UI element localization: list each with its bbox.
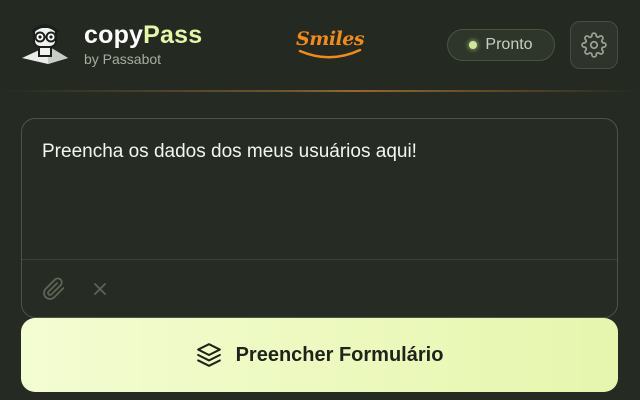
brand-subtitle: by Passabot xyxy=(84,51,162,67)
status-label: Pronto xyxy=(485,36,533,53)
partner-logo: Smiles xyxy=(296,28,365,50)
card-divider xyxy=(22,259,617,260)
input-card: Preencha os dados dos meus usuários aqui… xyxy=(21,118,618,318)
partner-logo-swoosh xyxy=(298,48,362,59)
fill-form-button[interactable]: Preencher Formulário xyxy=(21,318,618,392)
paperclip-icon[interactable] xyxy=(42,277,66,301)
status-badge: Pronto xyxy=(447,29,555,61)
brand: copyPass by Passabot xyxy=(84,20,202,67)
gear-icon xyxy=(581,32,607,58)
brand-name: copyPass xyxy=(84,21,203,49)
app-header: copyPass by Passabot Smiles Pronto xyxy=(0,0,640,90)
settings-button[interactable] xyxy=(570,21,618,69)
pilot-bot-icon xyxy=(22,24,68,64)
close-icon[interactable] xyxy=(92,281,108,297)
status-indicator-dot xyxy=(469,41,478,49)
fill-form-button-label: Preencher Formulário xyxy=(235,343,444,366)
header-divider xyxy=(0,90,640,92)
message-input[interactable]: Preencha os dados dos meus usuários aqui… xyxy=(42,141,417,163)
layers-icon xyxy=(196,343,221,367)
